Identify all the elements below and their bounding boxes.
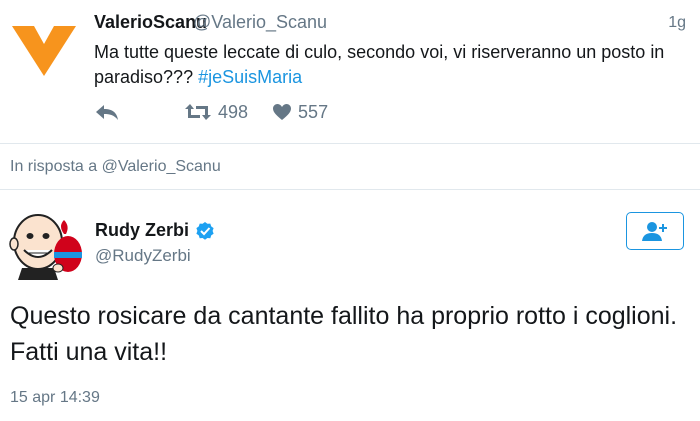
retweet-count: 498 (218, 101, 249, 122)
divider (0, 189, 700, 190)
main-author-name[interactable]: Rudy Zerbi (95, 220, 215, 241)
main-tweet-text: Questo rosicare da cantante fallito ha p… (10, 302, 678, 366)
main-author-handle[interactable]: @RudyZerbi (95, 246, 191, 266)
like-button[interactable]: 557 (272, 102, 328, 123)
parent-tweet-text: Ma tutte queste leccate di culo, secondo… (94, 40, 684, 90)
heart-icon (273, 104, 292, 120)
avatar[interactable] (8, 208, 84, 280)
verified-badge-icon (196, 221, 214, 240)
author-name-text: Rudy Zerbi (95, 220, 190, 240)
parent-tweet-actions: 498 557 (94, 100, 328, 124)
parent-tweet-time[interactable]: 1g (668, 14, 686, 32)
divider (0, 143, 700, 144)
tweet-timestamp[interactable]: 15 apr 14:39 (10, 389, 100, 407)
add-user-icon (642, 222, 667, 241)
orange-v-logo-icon[interactable] (12, 18, 76, 78)
retweet-icon (185, 104, 211, 120)
like-count: 557 (298, 101, 329, 122)
parent-tweet-body: Ma tutte queste leccate di culo, secondo… (94, 42, 665, 87)
reply-icon[interactable] (94, 102, 120, 122)
reply-context[interactable]: In risposta a @Valerio_Scanu (10, 158, 221, 176)
parent-author-handle[interactable]: @Valerio_Scanu (193, 12, 327, 33)
follow-button[interactable] (626, 212, 684, 250)
parent-tweet: ValerioScanu @Valerio_Scanu 1g Ma tutte … (0, 0, 700, 143)
retweet-button[interactable]: 498 (184, 102, 248, 123)
parent-author-name[interactable]: ValerioScanu (94, 12, 207, 33)
hashtag-link[interactable]: #jeSuisMaria (198, 67, 302, 87)
